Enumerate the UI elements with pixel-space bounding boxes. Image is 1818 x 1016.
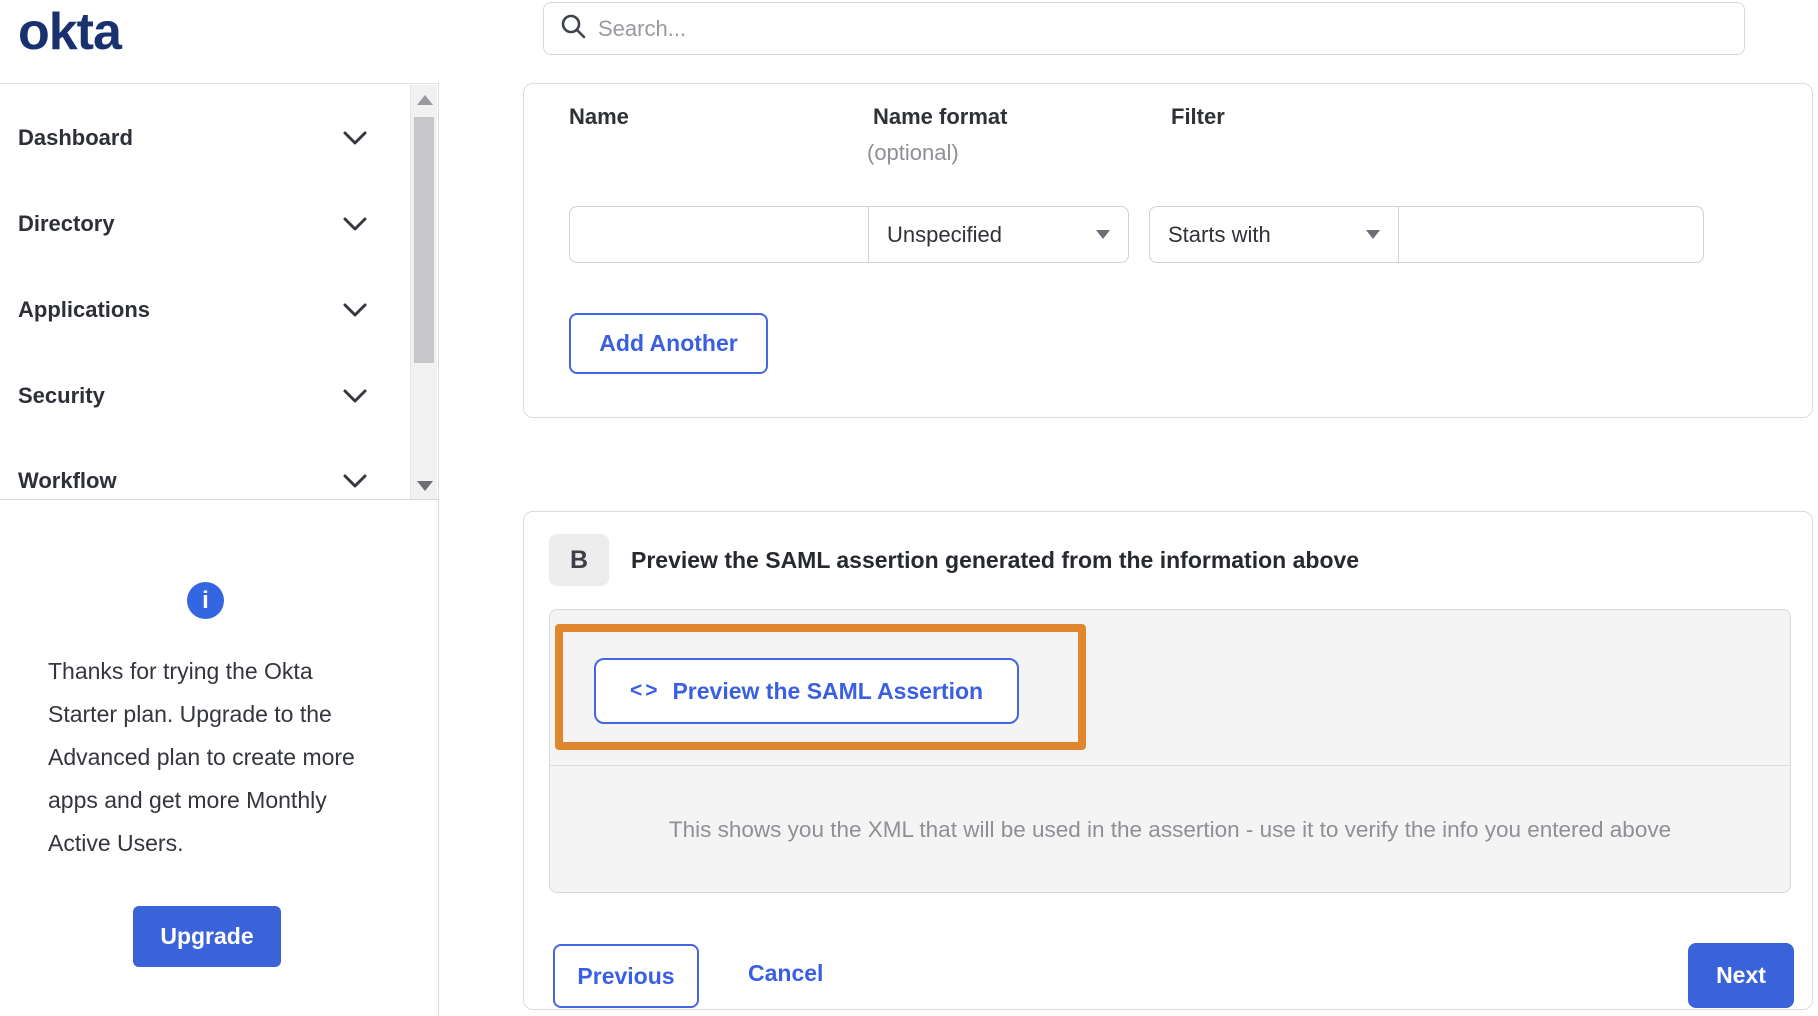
attribute-name-input[interactable]	[569, 206, 869, 263]
preview-button-label: Preview the SAML Assertion	[672, 678, 983, 705]
name-column-label: Name	[569, 104, 629, 130]
filter-value-input[interactable]	[1398, 206, 1704, 263]
sidebar-item-security[interactable]: Security	[18, 372, 368, 420]
name-format-selected-value: Unspecified	[887, 222, 1002, 248]
sidebar-item-label: Dashboard	[18, 125, 133, 151]
search-icon	[560, 13, 586, 44]
sidebar-item-dashboard[interactable]: Dashboard	[18, 114, 368, 162]
name-format-optional-label: (optional)	[867, 140, 959, 166]
global-search[interactable]	[543, 2, 1745, 55]
preview-hint-text: This shows you the XML that will be used…	[550, 766, 1790, 894]
chevron-down-icon	[342, 216, 368, 232]
sidebar-menu: Dashboard Directory Applications Securit…	[0, 83, 438, 500]
sidebar-item-directory[interactable]: Directory	[18, 200, 368, 248]
plan-notice-text: Thanks for trying the Okta Starter plan.…	[48, 650, 382, 865]
okta-admin-page: okta Dashboard Directory Applications Se…	[0, 0, 1818, 1016]
sidebar-item-label: Directory	[18, 211, 115, 237]
search-input[interactable]	[598, 16, 1728, 42]
dropdown-arrow-icon	[1366, 230, 1380, 239]
filter-type-selected-value: Starts with	[1168, 222, 1271, 248]
okta-logo: okta	[18, 2, 121, 62]
upgrade-button[interactable]: Upgrade	[133, 906, 281, 967]
sidebar-item-label: Applications	[18, 297, 150, 323]
sidebar-item-label: Workflow	[18, 468, 117, 494]
step-b-badge: B	[549, 534, 609, 586]
scrollbar-thumb[interactable]	[414, 117, 434, 363]
scroll-down-arrow-icon[interactable]	[417, 481, 433, 491]
add-another-button[interactable]: Add Another	[569, 313, 768, 374]
chevron-down-icon	[342, 473, 368, 489]
sidebar-scrollbar[interactable]	[410, 85, 437, 499]
sidebar-divider	[438, 83, 439, 1016]
dropdown-arrow-icon	[1096, 230, 1110, 239]
preview-panel: <> Preview the SAML Assertion This shows…	[549, 609, 1791, 893]
chevron-down-icon	[342, 388, 368, 404]
chevron-down-icon	[342, 302, 368, 318]
cancel-link[interactable]: Cancel	[748, 960, 823, 987]
sidebar-item-applications[interactable]: Applications	[18, 286, 368, 334]
preview-section-title: Preview the SAML assertion generated fro…	[631, 547, 1359, 574]
attribute-form-card: Name Name format (optional) Filter Unspe…	[523, 83, 1813, 418]
scroll-up-arrow-icon[interactable]	[417, 95, 433, 105]
name-format-select[interactable]: Unspecified	[868, 206, 1129, 263]
preview-assertion-card: B Preview the SAML assertion generated f…	[523, 511, 1813, 1010]
filter-type-select[interactable]: Starts with	[1149, 206, 1399, 263]
previous-button[interactable]: Previous	[553, 944, 699, 1008]
code-brackets-icon: <>	[630, 679, 661, 703]
preview-saml-assertion-button[interactable]: <> Preview the SAML Assertion	[594, 658, 1019, 724]
sidebar-item-label: Security	[18, 383, 105, 409]
sidebar-item-workflow[interactable]: Workflow	[18, 457, 368, 505]
next-button[interactable]: Next	[1688, 943, 1794, 1008]
name-format-column-label: Name format	[873, 104, 1007, 130]
chevron-down-icon	[342, 130, 368, 146]
filter-column-label: Filter	[1171, 104, 1225, 130]
info-icon: i	[187, 582, 224, 619]
